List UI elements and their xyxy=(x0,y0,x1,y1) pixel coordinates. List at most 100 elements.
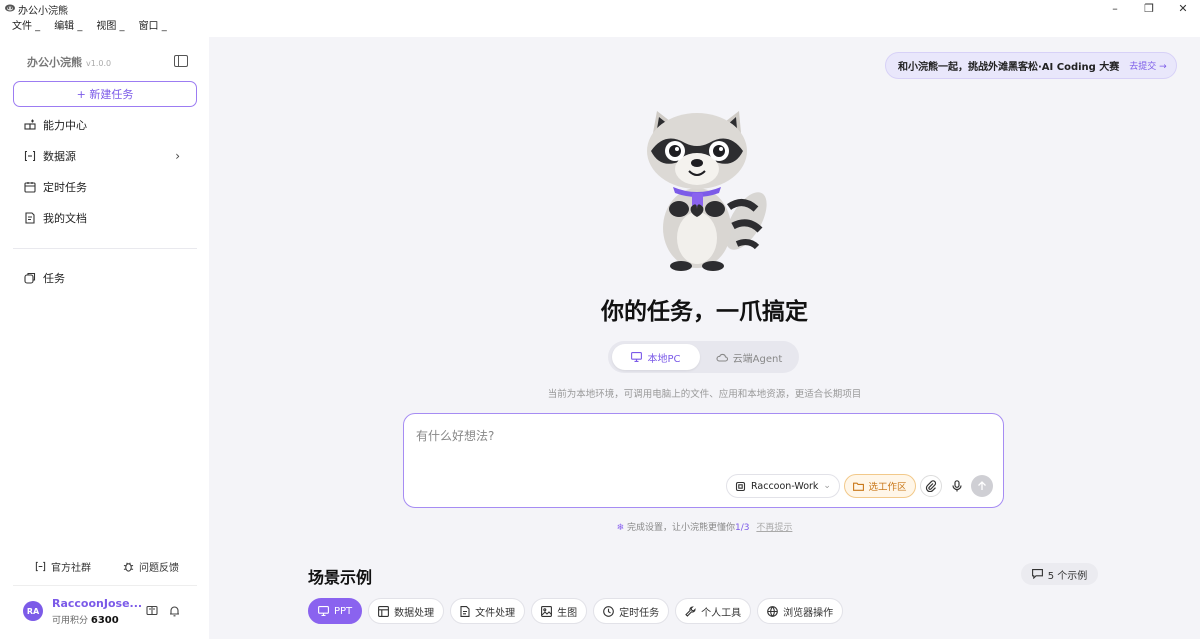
chevron-down-icon: ⌄ xyxy=(823,481,831,491)
main-area: 和小浣熊一起，挑战外滩黑客松·AI Coding 大赛 去提交 → 你的任务，一… xyxy=(209,37,1200,639)
grid-plus-icon xyxy=(24,119,36,131)
sidebar: 办公小浣熊 v1.0.0 + 新建任务 能力中心 数据源 › 定时任务 我的文档 … xyxy=(0,37,209,639)
promo-submit-link[interactable]: 去提交 → xyxy=(1129,59,1166,72)
mode-local-label: 本地PC xyxy=(647,353,681,365)
chip-personal-tools[interactable]: 个人工具 xyxy=(675,598,752,624)
sidebar-item-label: 数据源 xyxy=(43,150,76,163)
chip-icon xyxy=(735,481,746,492)
chip-label: 数据处理 xyxy=(394,607,435,619)
bug-icon xyxy=(123,561,134,572)
sidebar-item-my-documents[interactable]: 我的文档 xyxy=(24,208,190,228)
calendar-icon xyxy=(24,181,36,193)
user-credits: 可用积分 6300 xyxy=(52,613,119,626)
sidebar-toggle-icon[interactable] xyxy=(174,55,188,67)
chip-scheduled-tasks[interactable]: 定时任务 xyxy=(593,598,670,624)
sidebar-footer-divider xyxy=(13,585,197,586)
window-controls: – ❐ ✕ xyxy=(1098,0,1200,16)
chip-image-generation[interactable]: 生图 xyxy=(531,598,588,624)
examples-count-button[interactable]: 5 个示例 xyxy=(1021,563,1098,585)
avatar[interactable]: RA xyxy=(23,601,43,621)
attach-button[interactable] xyxy=(920,475,942,497)
menu-file[interactable]: 文件 _ xyxy=(12,17,40,37)
minimize-button[interactable]: – xyxy=(1098,0,1132,16)
tasks-icon xyxy=(24,272,36,284)
chip-label: 浏览器操作 xyxy=(783,607,834,619)
window-title: 办公小浣熊 xyxy=(18,6,68,17)
mode-cloud-agent-button[interactable]: 云端Agent xyxy=(704,344,794,370)
chip-ppt[interactable]: PPT xyxy=(308,598,363,624)
presentation-icon xyxy=(318,606,329,616)
sparkle-icon: ❄ xyxy=(616,523,625,533)
arrow-up-icon xyxy=(978,481,986,490)
environment-hint: 当前为本地环境，可调用电脑上的文件、应用和本地资源，更适合长期项目 xyxy=(547,389,862,400)
raccoon-app-icon xyxy=(5,4,15,12)
model-selector[interactable]: Raccoon-Work ⌄ xyxy=(726,474,840,498)
workspace-selector[interactable]: 选工作区 xyxy=(844,474,916,498)
menu-edit[interactable]: 编辑 _ xyxy=(54,17,82,37)
chip-label: 生图 xyxy=(557,607,578,619)
scene-chips: PPT 数据处理 文件处理 生图 定时任务 个人工具 浏览器操作 xyxy=(308,598,844,624)
sidebar-item-label: 能力中心 xyxy=(43,119,87,132)
image-icon xyxy=(541,605,553,617)
user-name: RaccoonJose... xyxy=(52,597,143,610)
microphone-icon xyxy=(952,480,962,492)
database-icon xyxy=(24,150,36,162)
sidebar-item-datasource[interactable]: 数据源 › xyxy=(24,146,190,166)
book-icon[interactable] xyxy=(145,604,158,617)
close-button[interactable]: ✕ xyxy=(1166,0,1200,16)
chip-label: PPT xyxy=(334,605,353,617)
promo-banner[interactable]: 和小浣熊一起，挑战外滩黑客松·AI Coding 大赛 去提交 → xyxy=(885,52,1177,79)
sidebar-item-capability-center[interactable]: 能力中心 xyxy=(24,115,190,135)
chip-label: 文件处理 xyxy=(475,607,516,619)
credits-value: 6300 xyxy=(90,615,119,626)
chevron-right-icon: › xyxy=(175,149,180,163)
restore-button[interactable]: ❐ xyxy=(1132,0,1166,16)
community-label: 官方社群 xyxy=(51,563,91,574)
wrench-icon xyxy=(685,605,696,617)
paperclip-icon xyxy=(925,480,937,492)
hero-title: 你的任务，一爪搞定 xyxy=(601,299,808,325)
menubar: 文件 _ 编辑 _ 视图 _ 窗口 _ xyxy=(0,17,167,37)
community-icon xyxy=(35,561,46,572)
new-task-button[interactable]: + 新建任务 xyxy=(13,81,197,107)
sidebar-item-label: 任务 xyxy=(43,272,65,285)
sidebar-item-label: 定时任务 xyxy=(43,181,87,194)
sidebar-item-label: 我的文档 xyxy=(43,212,87,225)
user-profile[interactable]: RA RaccoonJose... 可用积分 6300 xyxy=(23,595,193,627)
feedback-label: 问题反馈 xyxy=(139,563,179,574)
raccoon-mascot-illustration xyxy=(647,111,767,271)
dismiss-hint-link[interactable]: 不再提示 xyxy=(756,523,792,533)
chip-label: 个人工具 xyxy=(701,607,742,619)
menu-window[interactable]: 窗口 _ xyxy=(139,17,167,37)
menu-view[interactable]: 视图 _ xyxy=(96,17,124,37)
window-titlebar: 办公小浣熊 – ❐ ✕ xyxy=(0,0,1200,17)
sidebar-divider xyxy=(13,248,197,249)
bell-icon[interactable] xyxy=(168,604,181,617)
community-link[interactable]: 官方社群 xyxy=(35,559,91,574)
prompt-composer: Raccoon-Work ⌄ 选工作区 xyxy=(403,413,1004,508)
setup-progress[interactable]: 1/3 xyxy=(735,523,749,533)
model-name: Raccoon-Work xyxy=(751,480,819,492)
sidebar-footer-links: 官方社群 问题反馈 xyxy=(0,559,209,577)
send-button[interactable] xyxy=(971,475,993,497)
chip-file-processing[interactable]: 文件处理 xyxy=(450,598,526,624)
feedback-link[interactable]: 问题反馈 xyxy=(123,559,179,574)
chip-data-processing[interactable]: 数据处理 xyxy=(368,598,445,624)
file-icon xyxy=(460,605,470,617)
sidebar-item-tasks[interactable]: 任务 xyxy=(24,268,190,288)
folder-icon xyxy=(853,482,865,491)
document-icon xyxy=(24,212,36,224)
sidebar-header: 办公小浣熊 v1.0.0 xyxy=(27,54,197,70)
cloud-icon xyxy=(716,353,728,362)
microphone-button[interactable] xyxy=(946,475,968,497)
sidebar-item-scheduled-tasks[interactable]: 定时任务 xyxy=(24,177,190,197)
workspace-label: 选工作区 xyxy=(868,482,907,493)
examples-count: 5 个示例 xyxy=(1047,570,1088,582)
clock-icon xyxy=(603,605,615,617)
prompt-input[interactable] xyxy=(416,426,976,446)
chat-icon xyxy=(1031,569,1043,579)
chip-browser-actions[interactable]: 浏览器操作 xyxy=(757,598,844,624)
app-version: v1.0.0 xyxy=(86,59,112,68)
mode-local-pc-button[interactable]: 本地PC xyxy=(612,344,700,370)
credits-label: 可用积分 xyxy=(52,616,89,626)
